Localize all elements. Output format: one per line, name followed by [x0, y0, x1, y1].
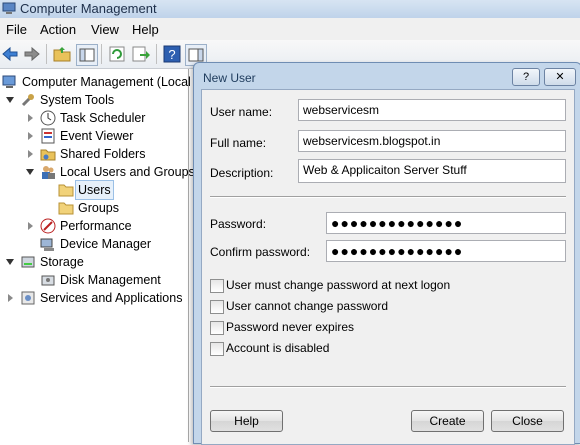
must-change-password-checkbox[interactable]	[210, 279, 224, 293]
expand-arrow-icon[interactable]	[28, 222, 33, 230]
menu-view[interactable]: View	[91, 22, 119, 37]
description-label: Description:	[210, 166, 274, 180]
username-field[interactable]: webservicesm	[298, 99, 566, 121]
folder-icon	[58, 184, 74, 197]
show-hide-console-tree-icon[interactable]	[76, 44, 98, 66]
fullname-label: Full name:	[210, 136, 267, 150]
computer-management-icon	[2, 75, 16, 88]
password-never-expires-label[interactable]: Password never expires	[226, 320, 354, 334]
event-viewer-icon	[41, 128, 55, 144]
tree-item-label: Local Users and Groups	[60, 165, 195, 179]
refresh-icon[interactable]	[107, 44, 127, 64]
collapse-arrow-icon[interactable]	[26, 169, 34, 175]
dialog-body: User name: webservicesm Full name: webse…	[201, 89, 575, 445]
expand-arrow-icon[interactable]	[28, 114, 33, 122]
disk-management-icon	[41, 275, 55, 286]
toolbar-separator	[46, 44, 47, 64]
expand-arrow-icon[interactable]	[28, 150, 33, 158]
password-field[interactable]: ●●●●●●●●●●●●●●	[326, 212, 566, 234]
tree-item-label: System Tools	[40, 93, 115, 107]
computer-management-icon	[2, 2, 16, 14]
tree-item-label: Users	[75, 180, 114, 200]
close-button[interactable]: Close	[491, 410, 564, 432]
performance-icon	[40, 218, 56, 234]
svg-text:?: ?	[168, 47, 175, 62]
menu-action[interactable]: Action	[40, 22, 76, 37]
cannot-change-password-label[interactable]: User cannot change password	[226, 299, 388, 313]
account-disabled-label[interactable]: Account is disabled	[226, 341, 329, 355]
storage-icon	[21, 256, 35, 268]
toolbar-separator	[156, 44, 157, 64]
services-icon	[21, 291, 35, 305]
tree-item-label: Computer Management (Local	[22, 75, 191, 89]
toolbar-separator	[101, 44, 102, 64]
window-title: Computer Management	[20, 1, 157, 16]
help-icon[interactable]: ?	[162, 44, 182, 64]
help-button[interactable]: Help	[210, 410, 283, 432]
up-folder-icon[interactable]	[52, 44, 72, 64]
export-list-icon[interactable]	[131, 44, 151, 64]
collapse-arrow-icon[interactable]	[6, 97, 14, 103]
tree-item-label: Shared Folders	[60, 147, 146, 161]
confirm-password-field[interactable]: ●●●●●●●●●●●●●●	[326, 240, 566, 262]
tree-item-label: Groups	[78, 201, 119, 215]
expand-arrow-icon[interactable]	[28, 132, 33, 140]
tree-item-label: Device Manager	[60, 237, 152, 251]
separator	[210, 386, 566, 388]
shared-folder-icon	[40, 149, 56, 161]
new-user-dialog: New User ? ✕ User name: webservicesm Ful…	[193, 62, 580, 445]
menu-help[interactable]: Help	[132, 22, 159, 37]
tree-item-label: Storage	[40, 255, 84, 269]
device-manager-icon	[40, 238, 54, 251]
password-label: Password:	[210, 217, 267, 231]
tree-item-label: Task Scheduler	[60, 111, 146, 125]
menu-bar: File Action View Help	[0, 18, 580, 40]
dialog-close-x-button[interactable]: ✕	[544, 68, 576, 86]
dialog-title: New User	[203, 71, 256, 85]
back-arrow-icon[interactable]	[0, 44, 20, 64]
collapse-arrow-icon[interactable]	[6, 259, 14, 265]
tree-item-label: Event Viewer	[60, 129, 134, 143]
must-change-password-label[interactable]: User must change password at next logon	[226, 278, 450, 292]
expand-arrow-icon[interactable]	[8, 294, 13, 302]
confirm-password-label: Confirm password:	[210, 245, 311, 259]
separator	[210, 196, 566, 198]
account-disabled-checkbox[interactable]	[210, 342, 224, 356]
fullname-field[interactable]: webservicesm.blogspot.in	[298, 130, 566, 152]
users-group-icon	[42, 166, 55, 179]
cannot-change-password-checkbox[interactable]	[210, 300, 224, 314]
folder-icon	[58, 202, 74, 215]
password-never-expires-checkbox[interactable]	[210, 321, 224, 335]
console-tree: Computer Management (Local System Tools …	[0, 69, 195, 442]
username-label: User name:	[210, 105, 273, 119]
create-button[interactable]: Create	[411, 410, 484, 432]
description-field[interactable]: Web & Applicaiton Server Stuff	[298, 159, 566, 183]
tree-item-label: Disk Management	[60, 273, 161, 287]
system-tools-icon	[21, 94, 34, 107]
tree-item-label: Services and Applications	[40, 291, 183, 305]
window-titlebar: Computer Management	[0, 0, 580, 18]
menu-file[interactable]: File	[6, 22, 27, 37]
clock-icon	[40, 110, 56, 126]
forward-arrow-icon[interactable]	[22, 44, 42, 64]
tree-item-label: Performance	[60, 219, 132, 233]
dialog-help-button[interactable]: ?	[512, 68, 540, 86]
